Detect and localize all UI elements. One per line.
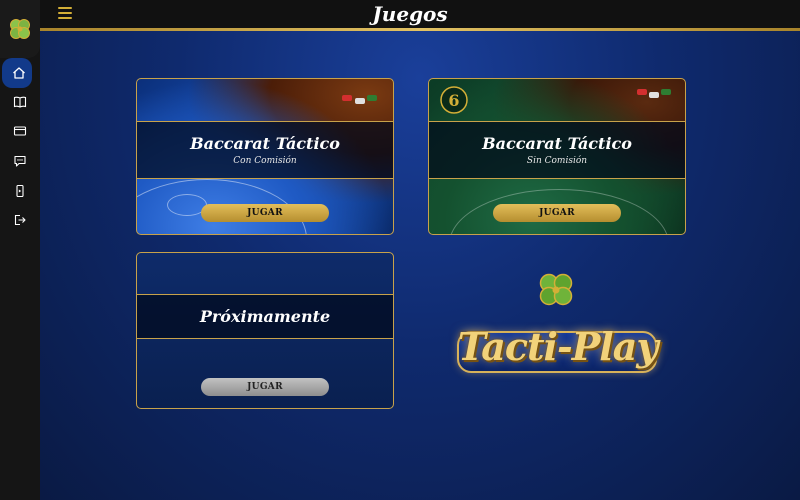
- super-6-badge-icon: 6: [440, 86, 468, 114]
- clover-icon: [539, 273, 573, 306]
- game-title: Próximamente: [199, 307, 331, 326]
- card-icon: [13, 126, 27, 136]
- game-subtitle: Sin Comisión: [526, 156, 588, 166]
- sidebar-item-book[interactable]: [0, 89, 40, 115]
- game-card-band: Baccarat Táctico Sin Comisión: [429, 121, 685, 179]
- page-title: Juegos: [372, 2, 448, 26]
- sidebar-item-logout[interactable]: [0, 207, 40, 233]
- game-card-baccarat-con-comision[interactable]: Baccarat Táctico Con Comisión JUGAR: [136, 78, 394, 235]
- game-card-band: Baccarat Táctico Con Comisión: [137, 121, 393, 179]
- game-card-baccarat-sin-comision[interactable]: 6 Baccarat Táctico Sin Comisión JUGAR: [428, 78, 686, 235]
- phone-icon: [16, 184, 24, 198]
- sidebar-item-payments[interactable]: [0, 118, 40, 144]
- game-card-coming-soon: Próximamente JUGAR: [136, 252, 394, 409]
- book-icon: [13, 96, 27, 108]
- brand-name: Tacti-Play: [457, 324, 659, 369]
- logout-icon: [14, 214, 26, 226]
- svg-text:6: 6: [448, 91, 459, 110]
- game-subtitle: Con Comisión: [233, 156, 297, 166]
- sidebar-item-home[interactable]: [0, 58, 40, 88]
- game-title: Baccarat Táctico: [190, 134, 340, 153]
- brand-logo: Tacti-Play: [432, 269, 682, 389]
- play-button-disabled: JUGAR: [201, 378, 329, 396]
- chat-icon: [14, 155, 26, 167]
- sidebar: [0, 0, 40, 500]
- sidebar-item-mobile[interactable]: [0, 178, 40, 204]
- play-button[interactable]: JUGAR: [493, 204, 621, 222]
- game-title: Baccarat Táctico: [482, 134, 632, 153]
- home-icon: [13, 67, 25, 79]
- main-content: Baccarat Táctico Con Comisión JUGAR 6 Ba…: [40, 31, 800, 500]
- play-button[interactable]: JUGAR: [201, 204, 329, 222]
- game-card-band: Próximamente: [137, 294, 393, 339]
- sidebar-item-chat[interactable]: [0, 148, 40, 174]
